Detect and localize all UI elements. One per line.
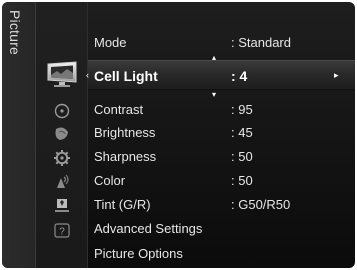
menu-row-cell-light[interactable]: ‹ Cell Light : 4 ▸ — [86, 60, 355, 90]
picture-icon[interactable] — [36, 54, 88, 94]
setup-icon[interactable] — [36, 147, 88, 169]
category-tab-picture[interactable]: Picture — [2, 2, 36, 268]
row-label: Contrast — [94, 102, 144, 117]
row-label: Mode — [94, 35, 127, 50]
row-label: Tint (G/R) — [94, 197, 151, 212]
menu-row-mode[interactable]: Mode : Standard — [88, 32, 355, 56]
row-label: Sharpness — [94, 149, 157, 164]
category-label: Picture — [7, 10, 23, 55]
row-label: Brightness — [94, 125, 156, 140]
channel-icon[interactable] — [36, 171, 88, 193]
menu-row-picture-options[interactable]: Picture Options — [88, 243, 355, 267]
application-icon[interactable] — [36, 195, 88, 217]
category-icon-column: ? — [36, 2, 88, 268]
row-label: Advanced Settings — [94, 221, 203, 236]
svg-text:?: ? — [59, 227, 65, 238]
menu-row-brightness[interactable]: Brightness : 45 — [88, 122, 355, 146]
row-value: : 50 — [231, 149, 253, 164]
menu-row-tint[interactable]: Tint (G/R) : G50/R50 — [88, 194, 355, 218]
row-value: : 95 — [231, 102, 253, 117]
row-value: : G50/R50 — [231, 197, 291, 212]
row-label: Cell Light — [94, 68, 158, 84]
row-value: : 45 — [231, 125, 253, 140]
down-arrow-icon[interactable]: ▾ — [212, 90, 216, 99]
support-icon[interactable]: ? — [36, 220, 88, 242]
row-value: : Standard — [231, 35, 291, 50]
left-arrow-icon[interactable]: ‹ — [86, 70, 89, 80]
row-label: Color — [94, 173, 126, 188]
tv-osd-menu: Picture ? Mode: Standard ▴ ‹ Cell Light… — [2, 2, 355, 268]
row-value: : 4 — [231, 68, 248, 84]
row-label: Picture Options — [94, 246, 183, 261]
input-icon[interactable] — [36, 100, 88, 122]
menu-row-sharpness[interactable]: Sharpness : 50 — [88, 146, 355, 170]
menu-row-advanced-settings[interactable]: Advanced Settings — [88, 218, 355, 242]
right-arrow-icon[interactable]: ▸ — [334, 70, 339, 81]
menu-rows: Mode : Standard ▴ ‹ Cell Light : 4 ▸ ▾ C… — [86, 2, 355, 268]
row-value: : 50 — [231, 173, 253, 188]
menu-row-color[interactable]: Color : 50 — [88, 170, 355, 194]
menu-row-contrast[interactable]: Contrast : 95 — [88, 99, 355, 123]
sound-icon[interactable] — [36, 123, 88, 145]
